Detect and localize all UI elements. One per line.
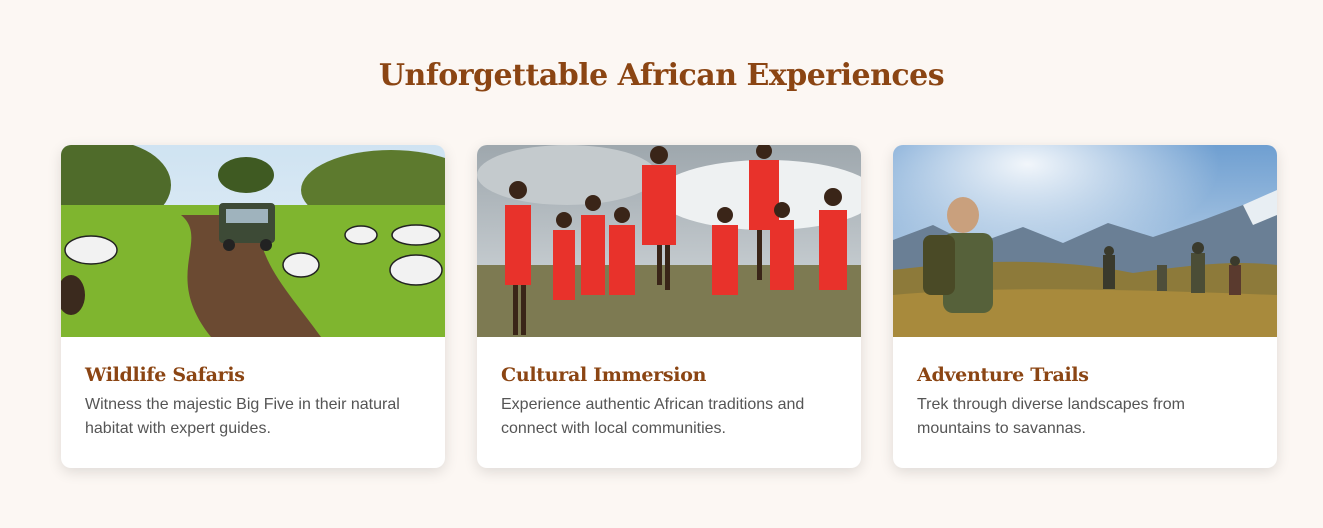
experiences-section: Unforgettable African Experiences Wildli… <box>0 0 1323 528</box>
card-description: Experience authentic African traditions … <box>501 396 805 437</box>
zebras-safari-image <box>61 145 445 337</box>
card-title: Cultural Immersion <box>501 364 707 386</box>
card-title: Wildlife Safaris <box>85 364 245 386</box>
card-title: Adventure Trails <box>917 364 1089 386</box>
card-description: Trek through diverse landscapes from mou… <box>917 396 1185 437</box>
experience-cards: Wildlife Safaris Witness the majestic Bi… <box>61 145 1277 468</box>
card-adventure-trails[interactable]: Adventure Trails Trek through diverse la… <box>893 145 1277 468</box>
card-description: Witness the majestic Big Five in their n… <box>85 396 400 437</box>
card-cultural-immersion[interactable]: Cultural Immersion Experience authentic … <box>477 145 861 468</box>
section-title: Unforgettable African Experiences <box>378 58 945 93</box>
maasai-dance-image <box>477 145 861 337</box>
card-wildlife-safaris[interactable]: Wildlife Safaris Witness the majestic Bi… <box>61 145 445 468</box>
hikers-mountains-image <box>893 145 1277 337</box>
